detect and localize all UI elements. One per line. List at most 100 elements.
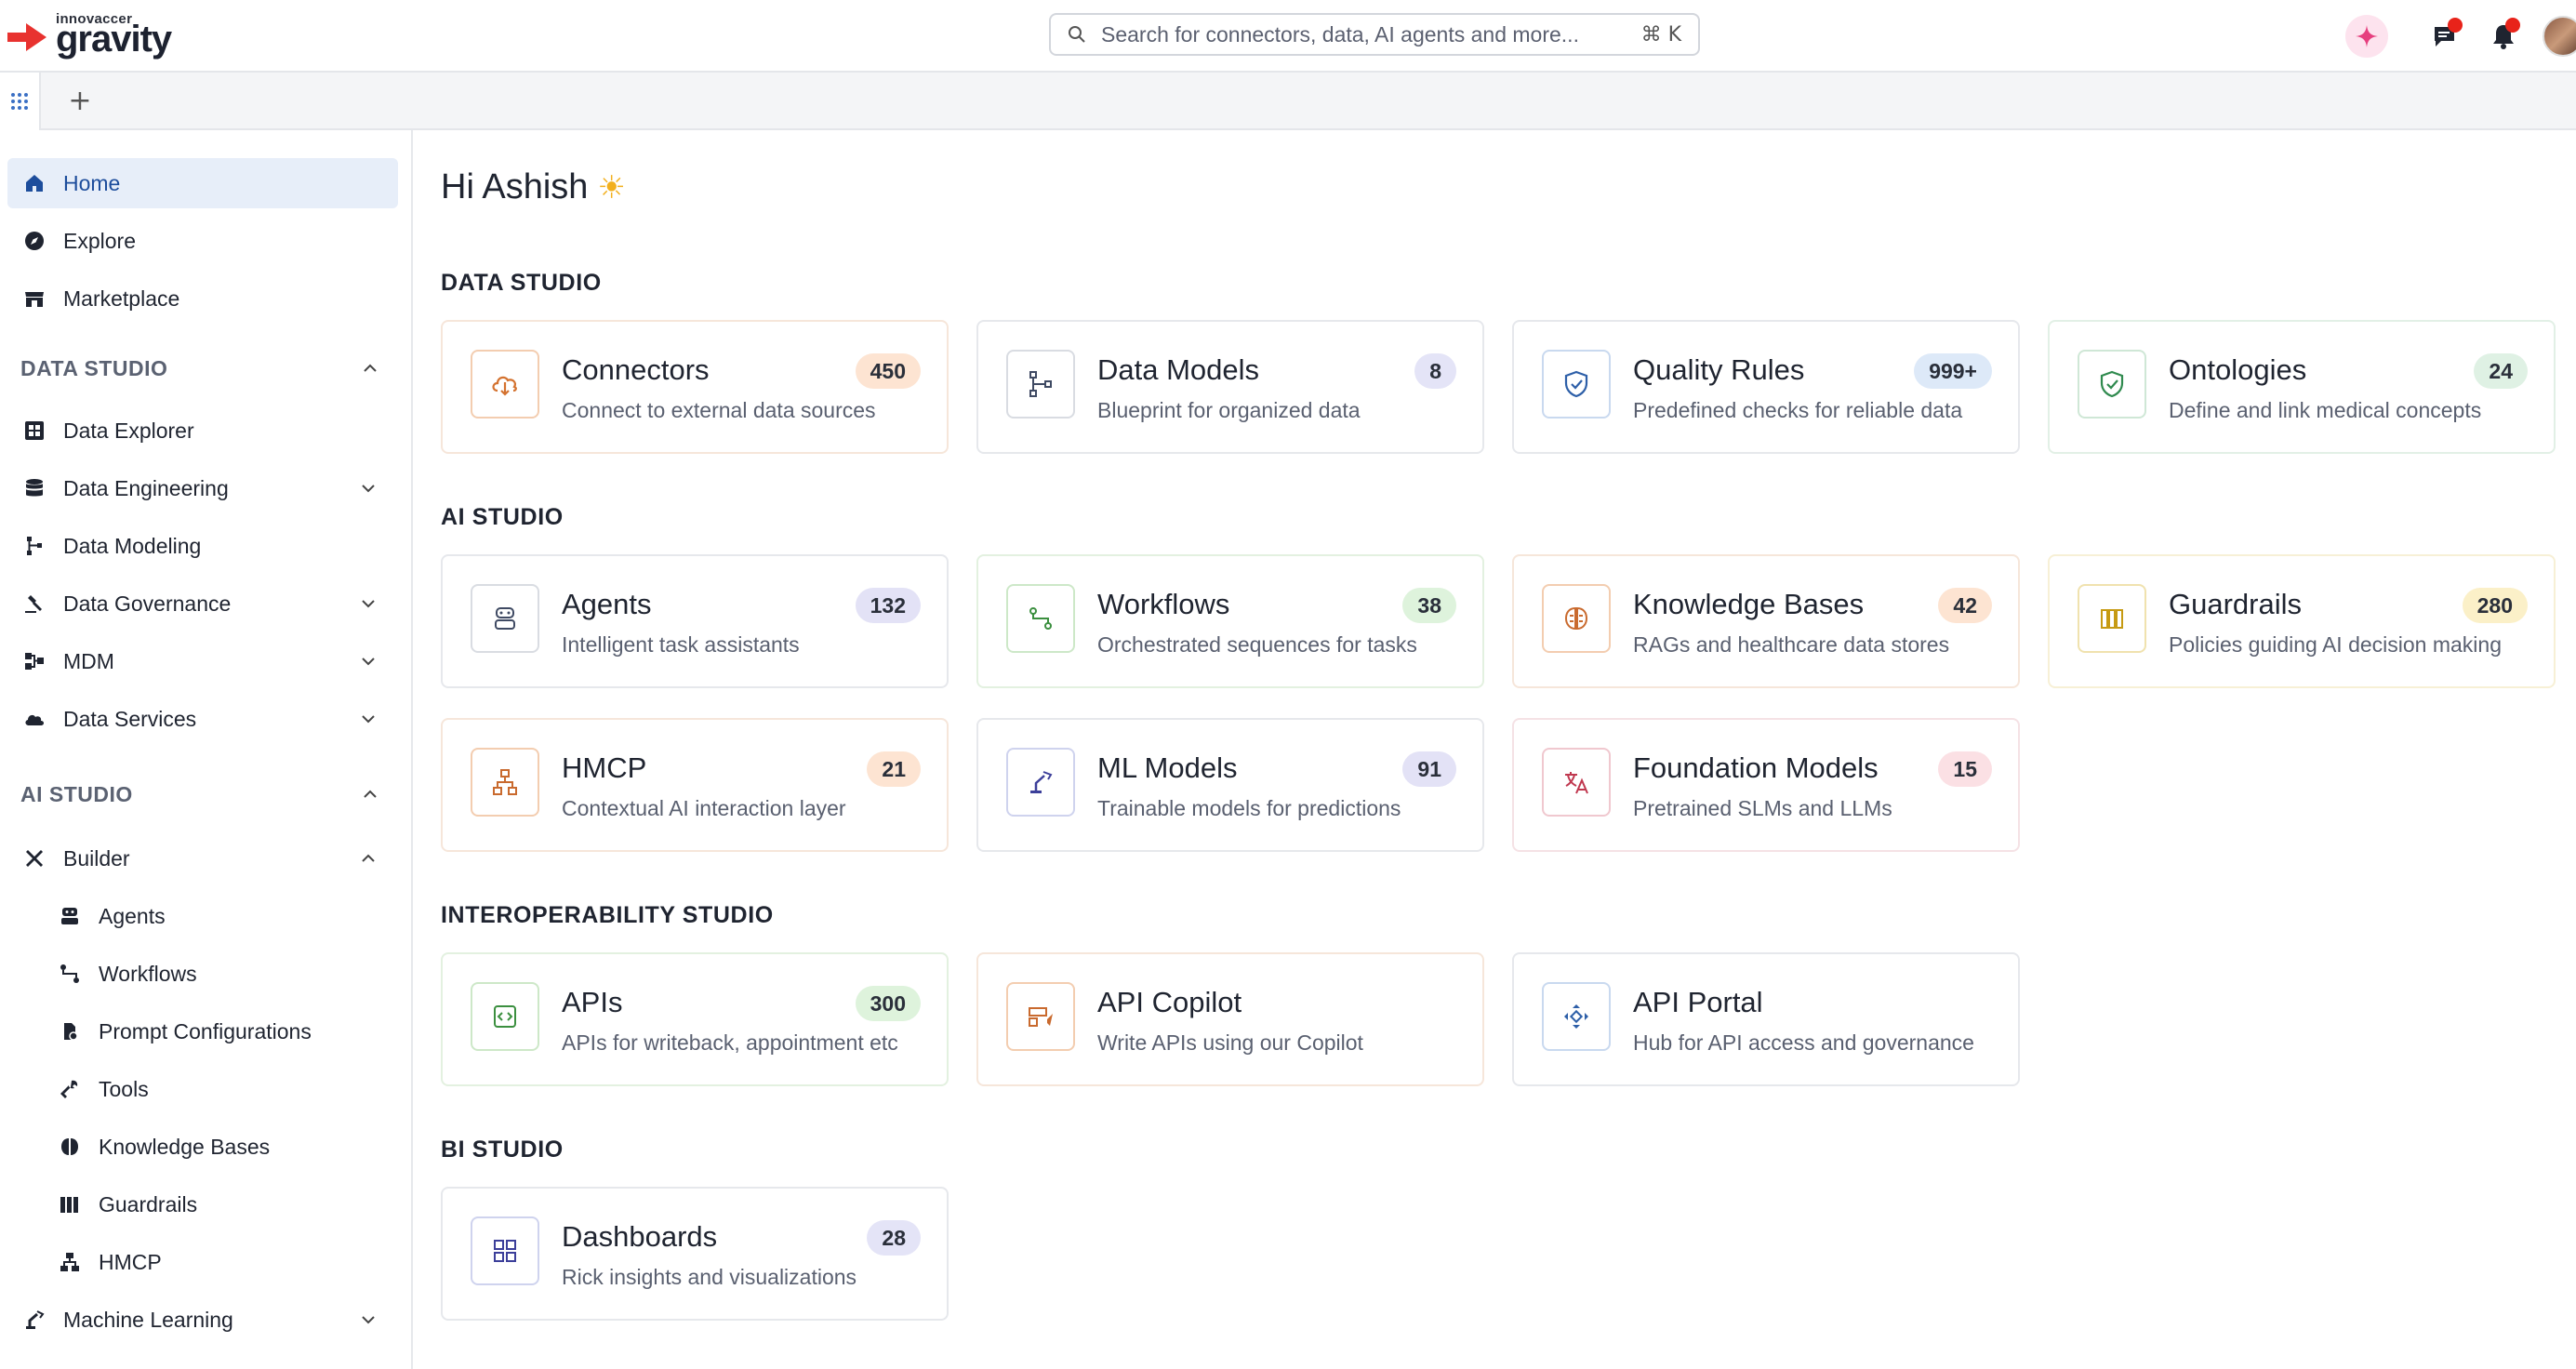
notification-dot xyxy=(2505,18,2520,33)
sidebar-item-data-engineering[interactable]: Data Engineering xyxy=(7,463,398,513)
card-title: Ontologies xyxy=(2169,353,2307,386)
sidebar-item-data-services[interactable]: Data Services xyxy=(7,694,398,744)
sidebar-section-data-studio[interactable]: DATA STUDIO xyxy=(20,350,392,387)
sidebar-item-data-explorer[interactable]: Data Explorer xyxy=(7,405,398,456)
chevron-down-icon xyxy=(362,1316,375,1324)
sidebar-item-tools[interactable]: Tools xyxy=(7,1064,398,1114)
sidebar-item-knowledge-bases[interactable]: Knowledge Bases xyxy=(7,1122,398,1172)
card-connectors[interactable]: Connectors Connect to external data sour… xyxy=(441,320,949,454)
section-ai-studio: AI STUDIO xyxy=(441,504,564,530)
card-description: Intelligent task assistants xyxy=(562,632,800,657)
card-quality-rules[interactable]: Quality Rules Predefined checks for reli… xyxy=(1512,320,2020,454)
sidebar-item-workflows[interactable]: Workflows xyxy=(7,949,398,999)
chevron-down-icon xyxy=(362,658,375,666)
card-title: Agents xyxy=(562,588,652,620)
brain-icon xyxy=(58,1135,82,1159)
cloud-download-icon xyxy=(471,350,539,419)
card-title: API Copilot xyxy=(1097,986,1242,1018)
card-title: APIs xyxy=(562,986,623,1018)
sidebar-item-prompt-configurations[interactable]: Prompt Configurations xyxy=(7,1006,398,1057)
count-badge: 450 xyxy=(855,353,921,389)
robot-arm-icon xyxy=(1006,748,1075,817)
sidebar-item-label: Guardrails xyxy=(99,1191,198,1216)
card-title: Guardrails xyxy=(2169,588,2302,620)
sidebar-item-label: Data Governance xyxy=(63,591,232,616)
copilot-icon xyxy=(1006,982,1075,1051)
brand-logo[interactable]: innovaccer gravity xyxy=(6,9,186,65)
chevron-up-icon xyxy=(364,364,377,372)
sidebar-item-label: Marketplace xyxy=(63,286,180,311)
card-ml-models[interactable]: ML Models Trainable models for predictio… xyxy=(976,718,1484,852)
sidebar-item-data-modeling[interactable]: Data Modeling xyxy=(7,521,398,571)
card-title: Quality Rules xyxy=(1633,353,1805,386)
notifications-button[interactable] xyxy=(2485,18,2522,55)
card-api-portal[interactable]: API Portal Hub for API access and govern… xyxy=(1512,952,2020,1086)
tools-cross-icon xyxy=(22,846,46,871)
wrench-icon xyxy=(58,1077,82,1101)
card-api-copilot[interactable]: API Copilot Write APIs using our Copilot xyxy=(976,952,1484,1086)
card-data-models[interactable]: Data Models Blueprint for organized data… xyxy=(976,320,1484,454)
store-icon xyxy=(22,286,46,311)
card-title: Dashboards xyxy=(562,1220,718,1253)
compass-icon xyxy=(22,229,46,253)
search-shortcut: ⌘ K xyxy=(1640,22,1681,47)
card-ontologies[interactable]: Ontologies Define and link medical conce… xyxy=(2048,320,2556,454)
sparkle-icon xyxy=(2356,25,2378,47)
database-icon xyxy=(22,476,46,500)
messages-button[interactable] xyxy=(2427,18,2464,55)
sidebar-item-hmcp[interactable]: HMCP xyxy=(7,1237,398,1287)
card-knowledge-bases[interactable]: Knowledge Bases RAGs and healthcare data… xyxy=(1512,554,2020,688)
count-badge: 300 xyxy=(855,986,921,1021)
section-bi-studio: BI STUDIO xyxy=(441,1136,564,1163)
app-switcher-button[interactable] xyxy=(0,73,41,130)
count-badge: 38 xyxy=(1402,588,1456,623)
card-description: Policies guiding AI decision making xyxy=(2169,632,2502,657)
section-interoperability-studio: INTEROPERABILITY STUDIO xyxy=(441,902,774,928)
sidebar-item-marketplace[interactable]: Marketplace xyxy=(7,273,398,324)
card-foundation-models[interactable]: Foundation Models Pretrained SLMs and LL… xyxy=(1512,718,2020,852)
card-description: Connect to external data sources xyxy=(562,398,876,422)
sidebar-item-label: Explore xyxy=(63,228,136,253)
card-title: Workflows xyxy=(1097,588,1230,620)
global-search[interactable]: ⌘ K xyxy=(1049,13,1700,56)
sidebar-item-label: Workflows xyxy=(99,961,197,986)
ai-assistant-button[interactable] xyxy=(2345,15,2388,58)
sidebar-item-home[interactable]: Home xyxy=(7,158,398,208)
main-content: Hi Ashish ☀ DATA STUDIO Connectors Conne… xyxy=(415,130,2576,1369)
card-description: Rick insights and visualizations xyxy=(562,1265,857,1289)
sidebar-section-ai-studio[interactable]: AI STUDIO xyxy=(20,776,392,813)
sidebar-item-guardrails[interactable]: Guardrails xyxy=(7,1179,398,1229)
card-description: Write APIs using our Copilot xyxy=(1097,1030,1363,1055)
search-input[interactable] xyxy=(1101,21,1641,47)
hierarchy-icon xyxy=(471,748,539,817)
sidebar-item-agents[interactable]: Agents xyxy=(7,891,398,941)
sidebar-item-data-governance[interactable]: Data Governance xyxy=(7,578,398,629)
card-title: Connectors xyxy=(562,353,710,386)
sidebar-item-mdm[interactable]: MDM xyxy=(7,636,398,686)
card-workflows[interactable]: Workflows Orchestrated sequences for tas… xyxy=(976,554,1484,688)
greeting-text: Hi Ashish xyxy=(441,167,589,206)
books-icon xyxy=(2078,584,2146,653)
sidebar-item-label: Builder xyxy=(63,845,130,871)
portal-arrows-icon xyxy=(1542,982,1611,1051)
user-avatar[interactable] xyxy=(2543,16,2576,57)
sidebar-item-machine-learning[interactable]: Machine Learning xyxy=(7,1295,398,1345)
sidebar-item-explore[interactable]: Explore xyxy=(7,216,398,266)
card-agents[interactable]: Agents Intelligent task assistants 132 xyxy=(441,554,949,688)
section-data-studio: DATA STUDIO xyxy=(441,270,602,296)
tab-bar: + xyxy=(0,73,2576,130)
card-dashboards[interactable]: Dashboards Rick insights and visualizati… xyxy=(441,1187,949,1321)
card-guardrails[interactable]: Guardrails Policies guiding AI decision … xyxy=(2048,554,2556,688)
sidebar-item-label: HMCP xyxy=(99,1249,162,1274)
count-badge: 999+ xyxy=(1914,353,1992,389)
count-badge: 132 xyxy=(855,588,921,623)
card-apis[interactable]: APIs APIs for writeback, appointment etc… xyxy=(441,952,949,1086)
card-hmcp[interactable]: HMCP Contextual AI interaction layer 21 xyxy=(441,718,949,852)
sidebar-item-builder[interactable]: Builder xyxy=(7,833,398,884)
new-tab-button[interactable]: + xyxy=(67,85,93,117)
sidebar-item-label: Data Services xyxy=(63,706,197,731)
card-description: Hub for API access and governance xyxy=(1633,1030,1974,1055)
sidebar-item-label: MDM xyxy=(63,648,114,673)
card-title: Knowledge Bases xyxy=(1633,588,1865,620)
shield-check-icon xyxy=(2078,350,2146,419)
